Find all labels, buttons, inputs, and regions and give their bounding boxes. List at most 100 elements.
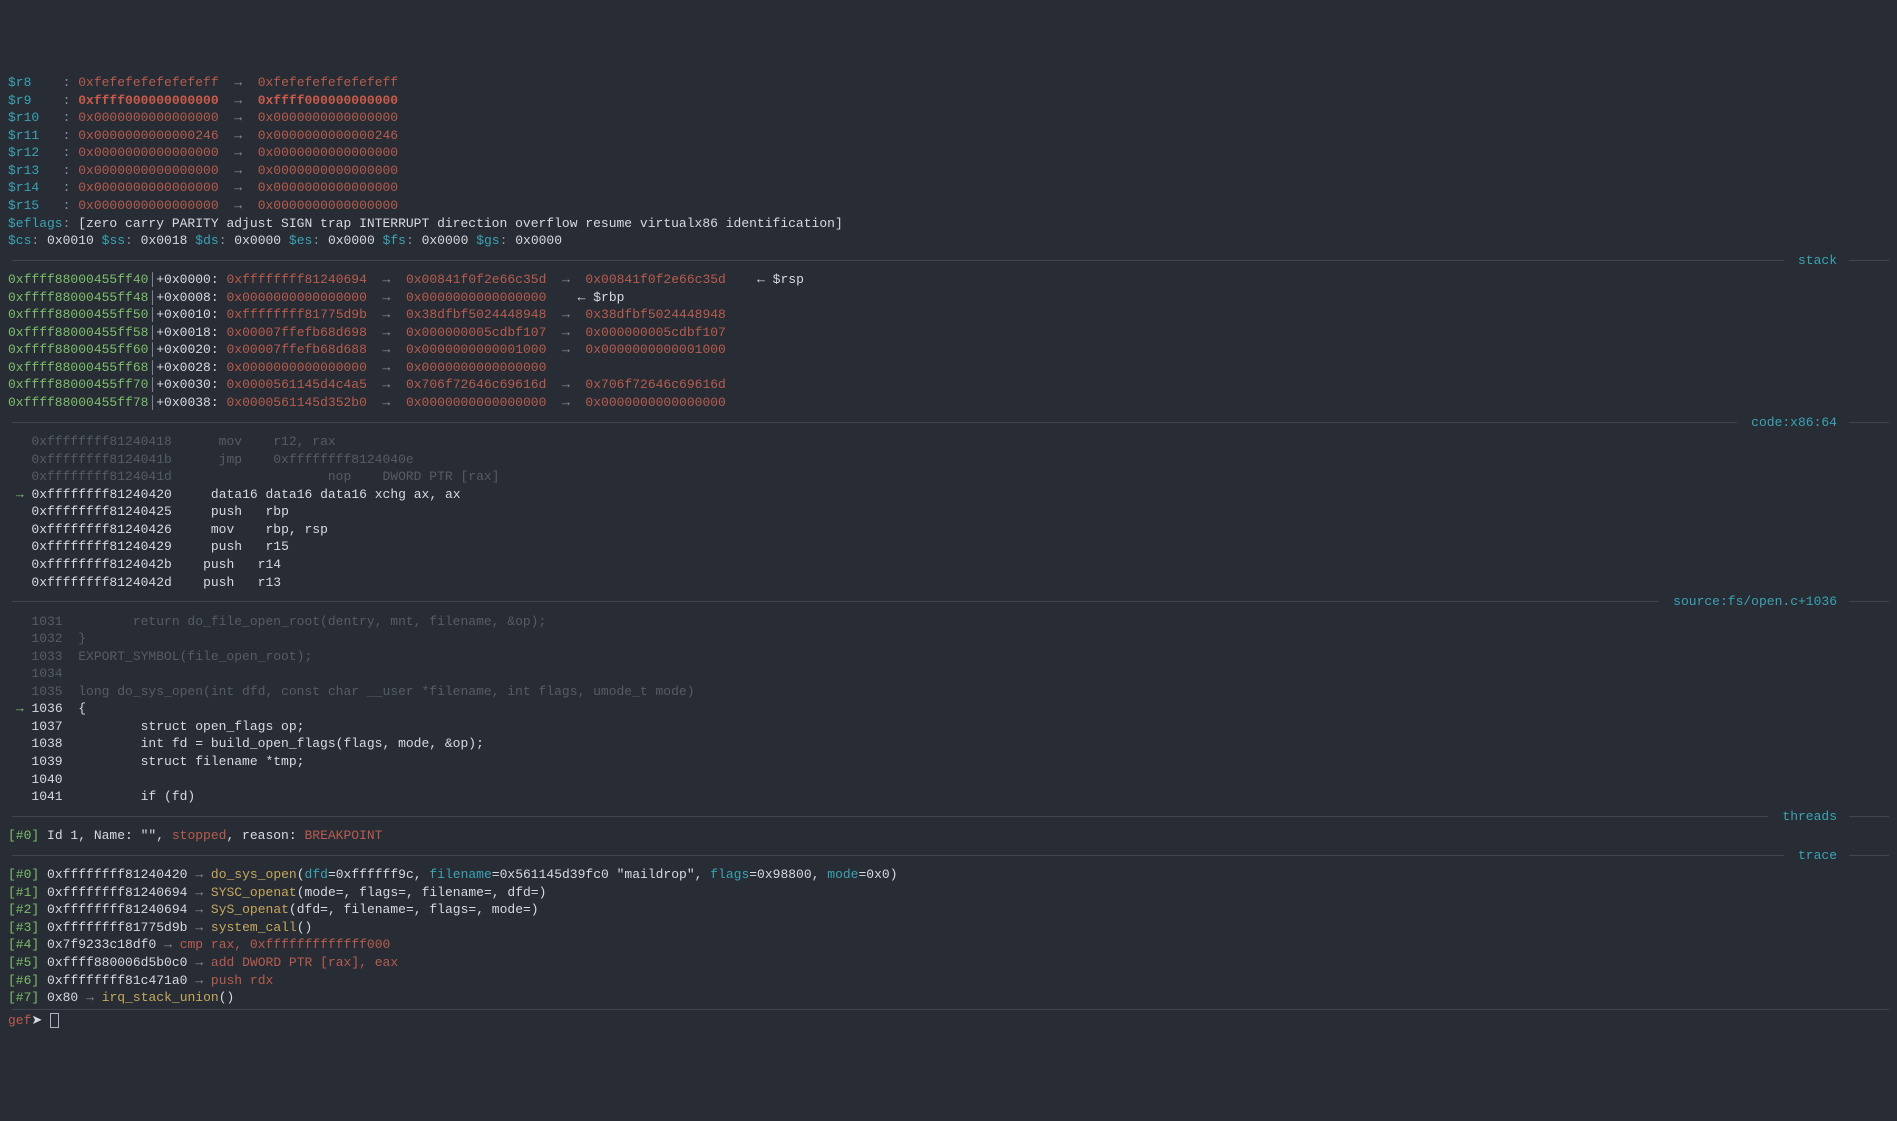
register-value: 0x0000000000000000 bbox=[78, 145, 218, 160]
trace-frame: [#2] 0xffffffff81240694 → SyS_openat(dfd… bbox=[8, 901, 1889, 919]
stack-val3: 0x000000005cdbf107 bbox=[585, 325, 725, 340]
stack-val3: 0x38dfbf5024448948 bbox=[585, 307, 725, 322]
register-value: 0x0000000000000000 bbox=[78, 198, 218, 213]
trace-frame: [#4] 0x7f9233c18df0 → cmp rax, 0xfffffff… bbox=[8, 936, 1889, 954]
trace-frame: [#6] 0xffffffff81c471a0 → push rdx bbox=[8, 972, 1889, 990]
stack-val1: 0xffffffff81775d9b bbox=[226, 307, 366, 322]
code-line-prev: 0xffffffff8124041b jmp 0xffffffff8124040… bbox=[8, 451, 1889, 469]
stack-val2: 0x706f72646c69616d bbox=[406, 377, 546, 392]
stack-val2: 0x00841f0f2e66c35d bbox=[406, 272, 546, 287]
register-deref: 0x0000000000000000 bbox=[258, 180, 398, 195]
stack-val2: 0x38dfbf5024448948 bbox=[406, 307, 546, 322]
register-line: $r14 : 0x0000000000000000 → 0x0000000000… bbox=[8, 179, 1889, 197]
register-deref: 0x0000000000000000 bbox=[258, 163, 398, 178]
register-name: $r13 bbox=[8, 163, 63, 178]
stack-val3: 0x0000000000000000 bbox=[585, 395, 725, 410]
stack-row: 0xffff88000455ff58│+0x0018: 0x00007ffefb… bbox=[8, 324, 1889, 342]
stack-val2: 0x0000000000000000 bbox=[406, 290, 546, 305]
stack-addr: 0xffff88000455ff40 bbox=[8, 272, 148, 287]
stack-val3: 0x0000000000001000 bbox=[585, 342, 725, 357]
stack-offset: +0x0010: bbox=[156, 307, 218, 322]
register-deref: 0x0000000000000000 bbox=[258, 145, 398, 160]
stack-addr: 0xffff88000455ff58 bbox=[8, 325, 148, 340]
register-line: $r15 : 0x0000000000000000 → 0x0000000000… bbox=[8, 197, 1889, 215]
stack-row: 0xffff88000455ff60│+0x0020: 0x00007ffefb… bbox=[8, 341, 1889, 359]
register-line: $r12 : 0x0000000000000000 → 0x0000000000… bbox=[8, 144, 1889, 162]
stack-val1: 0x00007ffefb68d688 bbox=[226, 342, 366, 357]
trace-frame: [#7] 0x80 → irq_stack_union() bbox=[8, 989, 1889, 1007]
stack-val1: 0x0000000000000000 bbox=[226, 290, 366, 305]
stack-val1: 0x0000000000000000 bbox=[226, 360, 366, 375]
register-name: $r11 bbox=[8, 128, 63, 143]
register-line: $r9 : 0xffff000000000000 → 0xffff0000000… bbox=[8, 92, 1889, 110]
code-line-next: 0xffffffff8124042d push r13 bbox=[8, 574, 1889, 592]
register-name: $r9 bbox=[8, 93, 63, 108]
register-name: $r15 bbox=[8, 198, 63, 213]
stack-addr: 0xffff88000455ff78 bbox=[8, 395, 148, 410]
source-line-next: 1038 int fd = build_open_flags(flags, mo… bbox=[8, 735, 1889, 753]
stack-row: 0xffff88000455ff78│+0x0038: 0x0000561145… bbox=[8, 394, 1889, 412]
stack-note: ← $rbp bbox=[578, 290, 625, 305]
register-name: $r14 bbox=[8, 180, 63, 195]
source-line-prev: 1033 EXPORT_SYMBOL(file_open_root); bbox=[8, 648, 1889, 666]
register-value: 0xffff000000000000 bbox=[78, 93, 218, 108]
trace-frame: [#5] 0xffff880006d5b0c0 → add DWORD PTR … bbox=[8, 954, 1889, 972]
bottom-rule bbox=[8, 1009, 1889, 1010]
stack-val1: 0x0000561145d352b0 bbox=[226, 395, 366, 410]
register-line: $r13 : 0x0000000000000000 → 0x0000000000… bbox=[8, 162, 1889, 180]
stack-offset: +0x0018: bbox=[156, 325, 218, 340]
register-value: 0xfefefefefefefeff bbox=[78, 75, 218, 90]
source-line-next: 1039 struct filename *tmp; bbox=[8, 753, 1889, 771]
segment-regs: $cs: 0x0010 $ss: 0x0018 $ds: 0x0000 $es:… bbox=[8, 232, 1889, 250]
code-line-next: 0xffffffff81240426 mov rbp, rsp bbox=[8, 521, 1889, 539]
source-line-prev: 1032 } bbox=[8, 630, 1889, 648]
stack-val2: 0x0000000000000000 bbox=[406, 395, 546, 410]
stack-offset: +0x0028: bbox=[156, 360, 218, 375]
code-line-prev: 0xffffffff81240418 mov r12, rax bbox=[8, 433, 1889, 451]
source-line-next: 1037 struct open_flags op; bbox=[8, 718, 1889, 736]
section-header-code: code:x86:64 bbox=[8, 414, 1889, 432]
register-deref: 0xffff000000000000 bbox=[258, 93, 398, 108]
prompt-line[interactable]: gef➤ bbox=[8, 1012, 1889, 1030]
trace-frame: [#0] 0xffffffff81240420 → do_sys_open(df… bbox=[8, 866, 1889, 884]
cursor-icon[interactable] bbox=[50, 1013, 59, 1028]
register-deref: 0x0000000000000246 bbox=[258, 128, 398, 143]
stack-addr: 0xffff88000455ff50 bbox=[8, 307, 148, 322]
register-value: 0x0000000000000000 bbox=[78, 110, 218, 125]
stack-row: 0xffff88000455ff50│+0x0010: 0xffffffff81… bbox=[8, 306, 1889, 324]
stack-offset: +0x0020: bbox=[156, 342, 218, 357]
code-line-next: 0xffffffff8124042b push r14 bbox=[8, 556, 1889, 574]
stack-val1: 0xffffffff81240694 bbox=[226, 272, 366, 287]
stack-offset: +0x0030: bbox=[156, 377, 218, 392]
register-name: $r8 bbox=[8, 75, 63, 90]
register-line: $r8 : 0xfefefefefefefeff → 0xfefefefefef… bbox=[8, 74, 1889, 92]
stack-row: 0xffff88000455ff48│+0x0008: 0x0000000000… bbox=[8, 289, 1889, 307]
stack-addr: 0xffff88000455ff48 bbox=[8, 290, 148, 305]
section-header-trace: trace bbox=[8, 847, 1889, 865]
register-line: $r11 : 0x0000000000000246 → 0x0000000000… bbox=[8, 127, 1889, 145]
eflags-value: [zero carry PARITY adjust SIGN trap INTE… bbox=[78, 216, 843, 231]
register-value: 0x0000000000000246 bbox=[78, 128, 218, 143]
section-header-threads: threads bbox=[8, 808, 1889, 826]
stack-offset: +0x0000: bbox=[156, 272, 218, 287]
stack-row: 0xffff88000455ff70│+0x0030: 0x0000561145… bbox=[8, 376, 1889, 394]
register-name: $r12 bbox=[8, 145, 63, 160]
register-name: $r10 bbox=[8, 110, 63, 125]
source-line-prev: 1031 return do_file_open_root(dentry, mn… bbox=[8, 613, 1889, 631]
source-line-next: 1041 if (fd) bbox=[8, 788, 1889, 806]
stack-note: ← $rsp bbox=[757, 272, 804, 287]
source-line-prev: 1035 long do_sys_open(int dfd, const cha… bbox=[8, 683, 1889, 701]
source-line-prev: 1034 bbox=[8, 665, 1889, 683]
stack-offset: +0x0038: bbox=[156, 395, 218, 410]
code-line-next: 0xffffffff81240425 push rbp bbox=[8, 503, 1889, 521]
register-line: $r10 : 0x0000000000000000 → 0x0000000000… bbox=[8, 109, 1889, 127]
source-line-next: 1040 bbox=[8, 771, 1889, 789]
stack-val3: 0x00841f0f2e66c35d bbox=[585, 272, 725, 287]
source-line-current: → 1036 { bbox=[8, 700, 1889, 718]
stack-offset: +0x0008: bbox=[156, 290, 218, 305]
register-value: 0x0000000000000000 bbox=[78, 163, 218, 178]
stack-val1: 0x00007ffefb68d698 bbox=[226, 325, 366, 340]
stack-addr: 0xffff88000455ff70 bbox=[8, 377, 148, 392]
stack-addr: 0xffff88000455ff68 bbox=[8, 360, 148, 375]
stack-val2: 0x000000005cdbf107 bbox=[406, 325, 546, 340]
